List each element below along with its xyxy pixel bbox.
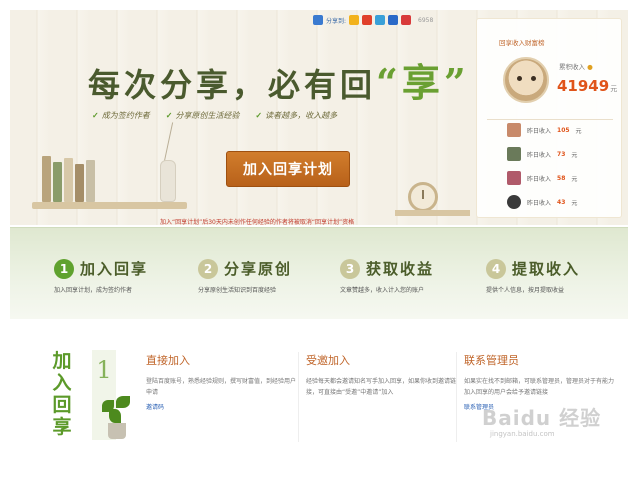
baidu-watermark-url: jingyan.baidu.com <box>490 430 555 438</box>
join-methods-panel: 加入回享 1 直接加入 登陆百度账号，熟悉经验规则，撰写财富值，到经验用户申请 … <box>10 320 628 470</box>
feature-item: ✓ 读者越多，收入越多 <box>255 110 338 120</box>
col-body: 如果实在找不到邮箱，可联系管理员，管理员对于有能力加入回享的用户会给予邀请链接 <box>464 378 615 396</box>
coin-icon: ● <box>587 63 593 71</box>
plant-pot-icon <box>108 423 126 439</box>
steps-strip: 1 加入回享 加入回享计划，成为签约作者 2 分享原创 分享原创生活知识到百度经… <box>10 227 628 319</box>
rank-row: 昨日收入 105 元 <box>507 123 582 137</box>
join-direct: 直接加入 登陆百度账号，熟悉经验规则，撰写财富值，到经验用户申请 邀请码 <box>146 352 296 411</box>
step-number: 2 <box>198 258 218 279</box>
rank-row: 昨日收入 73 元 <box>507 147 577 161</box>
step-title: 加入回享 <box>80 260 149 278</box>
avatar[interactable] <box>503 57 549 103</box>
baidu-watermark: Baidu 经验 <box>482 406 602 430</box>
check-icon: ✓ <box>92 110 99 120</box>
check-icon: ✓ <box>165 110 173 120</box>
branch-decoration <box>163 122 174 162</box>
book-decoration <box>86 160 95 202</box>
slogan-main: 每次分享，必有回 <box>88 66 377 104</box>
share-label: 分享到: <box>326 17 347 25</box>
book-decoration <box>53 162 62 202</box>
step-number: 1 <box>54 258 74 279</box>
col-title: 直接加入 <box>146 354 190 367</box>
col-title: 联系管理员 <box>464 354 519 367</box>
avatar[interactable] <box>507 195 521 209</box>
section-title: 加入回享 <box>52 350 72 438</box>
join-invited: 受邀加入 经验每天都会邀请知名写手加入回享，如果你收到邀请链接，可直接由“受邀”… <box>306 352 456 398</box>
step-title: 提取收入 <box>512 260 581 278</box>
feature-item: ✓ 分享原创生活经验 <box>165 110 240 120</box>
join-plan-button[interactable]: 加入回享计划 <box>226 151 350 187</box>
renren-icon[interactable] <box>388 15 399 25</box>
step-desc: 文章赞越多，收入计入您的账户 <box>340 287 425 294</box>
feature-item: ✓ 成为签约作者 <box>92 110 150 120</box>
invite-code-link[interactable]: 邀请码 <box>146 402 296 411</box>
plant-icon <box>109 409 121 423</box>
step-title: 获取收益 <box>366 260 435 278</box>
hero-slogan: 每次分享，必有回“享” <box>88 52 470 107</box>
notice-text: 加入“回享计划”后30天内未创作任何经验的作者将被取消“回享计划”资格 <box>160 219 355 225</box>
douban-icon[interactable] <box>401 15 412 25</box>
step-desc: 提供个人信息，按月提取收益 <box>486 287 565 294</box>
slogan-quote: “享” <box>376 60 470 105</box>
sina-weibo-icon[interactable] <box>362 15 373 25</box>
step-4: 4 提取收入 提供个人信息，按月提取收益 <box>486 258 580 294</box>
vase-decoration <box>160 160 176 202</box>
book-decoration <box>42 156 51 202</box>
divider <box>456 352 457 442</box>
share-bar: 分享到: 6958 <box>313 12 433 28</box>
check-icon: ✓ <box>255 110 263 120</box>
step-desc: 分享原创生活知识到百度经验 <box>198 287 277 294</box>
avatar[interactable] <box>507 171 521 185</box>
rank-row: 昨日收入 43 元 <box>507 195 577 209</box>
step-2: 2 分享原创 分享原创生活知识到百度经验 <box>198 258 292 294</box>
shelf-decoration <box>32 202 187 209</box>
share-icon <box>313 15 323 25</box>
divider <box>487 119 613 120</box>
tencent-weibo-icon[interactable] <box>375 15 386 25</box>
step-desc: 加入回享计划，成为签约作者 <box>54 287 133 294</box>
step-title: 分享原创 <box>224 260 293 278</box>
divider <box>298 352 299 442</box>
clock-icon <box>408 182 438 212</box>
rank-title: 回享收入财富榜 <box>499 39 545 47</box>
qzone-icon[interactable] <box>349 15 360 25</box>
col-body: 经验每天都会邀请知名写手加入回享，如果你收到邀请链接，可直接由“受邀”中邀请”加… <box>306 378 457 396</box>
share-count: 6958 <box>418 16 434 24</box>
col-title: 受邀加入 <box>306 354 350 367</box>
book-decoration <box>75 164 84 202</box>
rank-row: 昨日收入 58 元 <box>507 171 577 185</box>
plant-icon <box>116 396 130 408</box>
avatar[interactable] <box>507 123 521 137</box>
cumulative-label: 累积收入 ● <box>559 63 593 71</box>
step-number: 4 <box>486 258 506 279</box>
book-decoration <box>64 158 73 202</box>
step-1: 1 加入回享 加入回享计划，成为签约作者 <box>54 258 148 294</box>
step-3: 3 获取收益 文章赞越多，收入计入您的账户 <box>340 258 434 294</box>
cumulative-value: 41949元 <box>557 77 618 95</box>
feature-list: ✓ 成为签约作者 ✓ 分享原创生活经验 ✓ 读者越多，收入越多 <box>92 110 337 121</box>
col-body: 登陆百度账号，熟悉经验规则，撰写财富值，到经验用户申请 <box>146 378 297 396</box>
shelf-decoration <box>395 210 470 216</box>
avatar[interactable] <box>507 147 521 161</box>
income-rank-panel: 回享收入财富榜 累积收入 ● 41949元 昨日收入 105 元 昨日收入 73 元… <box>476 18 622 218</box>
step-number: 3 <box>340 258 360 279</box>
